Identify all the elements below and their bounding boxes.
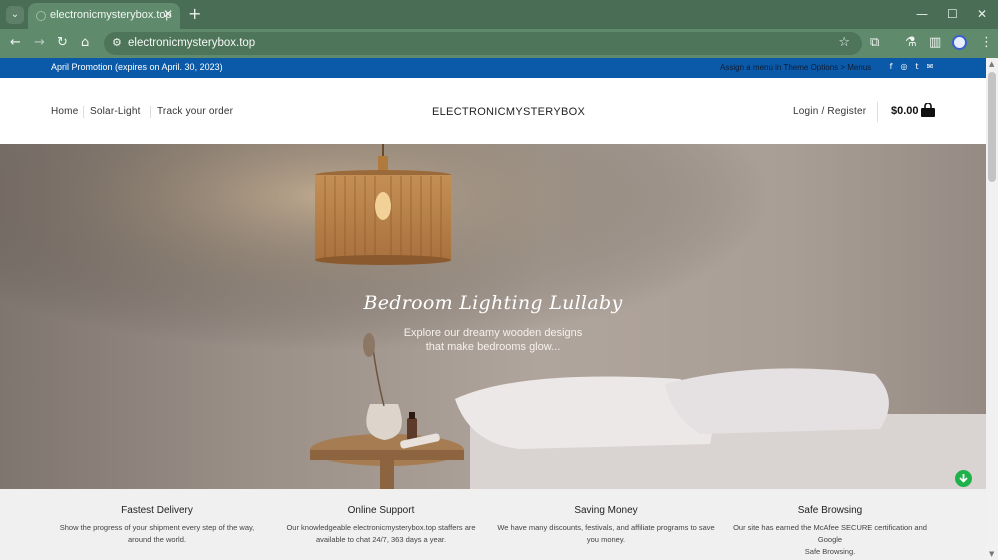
instagram-icon[interactable]: ◎ xyxy=(899,62,909,72)
feature-text-line: Safe Browsing. xyxy=(804,547,856,556)
hero-banner[interactable]: Bedroom Lighting Lullaby Explore our dre… xyxy=(0,144,986,489)
site-header: Home Solar-Light Track your order ELECTR… xyxy=(0,78,986,144)
forward-arrow-icon[interactable]: → xyxy=(34,35,45,51)
cart-total[interactable]: $0.00 xyxy=(891,105,919,117)
address-bar[interactable]: ⚙ electronicmysterybox.top ☆ xyxy=(104,32,862,55)
site-info-icon[interactable]: ⚙ xyxy=(112,36,122,49)
bookmark-star-icon[interactable]: ☆ xyxy=(838,35,850,50)
promo-text: April Promotion (expires on April. 30, 2… xyxy=(51,62,223,72)
side-panel-icon[interactable]: ▥ xyxy=(929,35,941,51)
shopping-bag-icon[interactable] xyxy=(920,102,936,122)
home-icon[interactable]: ⌂ xyxy=(81,35,89,51)
back-arrow-icon[interactable]: ← xyxy=(10,35,21,51)
feature-saving-money: Saving Money We have many discounts, fes… xyxy=(496,489,716,546)
feature-fastest-delivery: Fastest Delivery Show the progress of yo… xyxy=(47,489,267,546)
page-scrollbar[interactable]: ▲ ▼ xyxy=(986,58,998,560)
hero-subtitle: Explore our dreamy wooden designs that m… xyxy=(0,326,986,354)
features-strip: Fastest Delivery Show the progress of yo… xyxy=(0,489,986,560)
feature-title: Saving Money xyxy=(574,505,638,516)
feature-text-line: Show the progress of your shipment every… xyxy=(59,523,255,532)
extensions-puzzle-icon[interactable]: ⧉ xyxy=(870,35,879,51)
promo-bar: April Promotion (expires on April. 30, 2… xyxy=(0,58,986,78)
menu-note: Assign a menu in Theme Options > Menus xyxy=(720,63,872,72)
feature-text: Our site has earned the McAfee SECURE ce… xyxy=(720,522,940,558)
facebook-icon[interactable]: f xyxy=(886,62,896,72)
feature-text-line: We have many discounts, festivals, and a… xyxy=(497,523,715,532)
url-text[interactable]: electronicmysterybox.top xyxy=(128,37,255,49)
nav-track-order[interactable]: Track your order xyxy=(157,106,233,117)
header-divider xyxy=(877,102,878,122)
feature-text: We have many discounts, festivals, and a… xyxy=(496,522,716,546)
web-page: April Promotion (expires on April. 30, 2… xyxy=(0,58,986,560)
close-window-icon[interactable]: ✕ xyxy=(977,7,987,21)
browser-toolbar: ← → ↻ ⌂ ⚙ electronicmysterybox.top ☆ ⧉ ⚗… xyxy=(0,29,998,58)
feature-text-line: Our knowledgeable electronicmysterybox.t… xyxy=(286,523,476,532)
new-tab-plus-icon[interactable]: + xyxy=(188,4,201,23)
tab-title: electronicmysterybox.top xyxy=(50,9,172,21)
scrollbar-thumb[interactable] xyxy=(988,72,996,182)
feature-text-line: Our site has earned the McAfee SECURE ce… xyxy=(733,523,927,544)
hero-title: Bedroom Lighting Lullaby xyxy=(363,292,623,314)
email-icon[interactable]: ✉ xyxy=(925,62,935,72)
hero-subtitle-line-2: that make bedrooms glow... xyxy=(425,341,561,353)
nav-divider xyxy=(150,106,151,118)
feature-title: Fastest Delivery xyxy=(121,505,193,516)
browser-tab-strip: ⌄ electronicmysterybox.top ✕ + — ☐ ✕ xyxy=(0,0,998,29)
minimize-icon[interactable]: — xyxy=(916,7,928,21)
twitter-icon[interactable]: t xyxy=(912,62,922,72)
feature-safe-browsing: Safe Browsing Our site has earned the Mc… xyxy=(720,489,940,558)
feature-online-support: Online Support Our knowledgeable electro… xyxy=(271,489,491,546)
browser-tab[interactable]: electronicmysterybox.top ✕ xyxy=(28,3,180,29)
tab-favicon-icon xyxy=(36,11,46,21)
profile-avatar-icon[interactable] xyxy=(952,35,967,50)
more-menu-icon[interactable]: ⋮ xyxy=(980,35,993,51)
site-logo-text[interactable]: ELECTRONICMYSTERYBOX xyxy=(432,106,585,118)
nav-home[interactable]: Home xyxy=(51,106,78,117)
feature-text: Show the progress of your shipment every… xyxy=(47,522,267,546)
labs-flask-icon[interactable]: ⚗ xyxy=(905,35,917,51)
close-tab-icon[interactable]: ✕ xyxy=(163,7,173,21)
chat-widget-icon[interactable] xyxy=(955,470,972,487)
nav-solar-light[interactable]: Solar-Light xyxy=(90,106,141,117)
tab-search-chevron-down-icon[interactable]: ⌄ xyxy=(6,6,24,24)
feature-text-line: available to chat 24/7, 363 days a year. xyxy=(315,535,447,544)
bedroom-scene-image xyxy=(0,144,986,489)
login-register-link[interactable]: Login / Register xyxy=(793,106,866,117)
feature-text: Our knowledgeable electronicmysterybox.t… xyxy=(271,522,491,546)
scroll-down-arrow-icon[interactable]: ▼ xyxy=(989,550,994,558)
scroll-up-arrow-icon[interactable]: ▲ xyxy=(989,60,994,68)
nav-divider xyxy=(83,106,84,118)
feature-text-line: around the world. xyxy=(128,535,186,544)
hero-subtitle-line-1: Explore our dreamy wooden designs xyxy=(403,327,583,339)
maximize-icon[interactable]: ☐ xyxy=(947,7,958,21)
feature-title: Safe Browsing xyxy=(797,505,863,516)
feature-title: Online Support xyxy=(347,505,415,516)
reload-icon[interactable]: ↻ xyxy=(57,35,68,51)
feature-text-line: you money. xyxy=(586,535,626,544)
